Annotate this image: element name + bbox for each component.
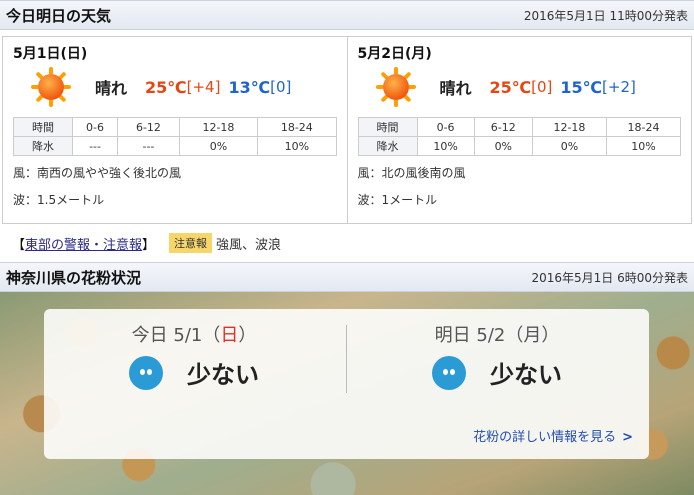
temp-low: 15℃ bbox=[560, 77, 603, 97]
rain-value: 0% bbox=[473, 136, 533, 156]
rain-value: --- bbox=[71, 136, 119, 156]
weather-issued-time: 2016年5月1日 11時00分発表 bbox=[523, 8, 688, 23]
wind-info: 風：南西の風やや強く後北の風 bbox=[13, 166, 182, 180]
weather-condition: 晴れ bbox=[439, 79, 472, 98]
rain-value: --- bbox=[117, 136, 180, 156]
pollen-level: 少ない bbox=[490, 361, 562, 389]
rain-time-header: 時間 bbox=[357, 117, 418, 137]
warning-items: 強風、波浪 bbox=[216, 237, 282, 253]
pollen-level-row: 少ない bbox=[347, 355, 647, 390]
temp-high: 25℃ bbox=[489, 77, 532, 97]
pollen-issued-time: 2016年5月1日 6時00分発表 bbox=[531, 270, 688, 285]
warning-link[interactable]: 東部の警報・注意報 bbox=[25, 234, 142, 253]
rain-period: 0-6 bbox=[416, 117, 475, 137]
pollen-today: 今日 5/1（日） 少ない bbox=[44, 309, 344, 419]
rain-label: 降水 bbox=[13, 136, 73, 156]
sun-icon bbox=[375, 67, 416, 107]
rain-period: 12-18 bbox=[531, 117, 607, 137]
pollen-day-label: 明日 5/2（月） bbox=[347, 321, 647, 347]
temp-high-diff: [0] bbox=[531, 78, 553, 96]
weather-summary: 晴れ 25℃ [0] 15℃ [+2] bbox=[358, 65, 682, 109]
day-date: 5月1日(日) bbox=[13, 46, 88, 62]
bracket-open: 【 bbox=[12, 237, 26, 253]
temp-low-diff: [0] bbox=[270, 78, 292, 96]
rain-value: 10% bbox=[257, 136, 337, 156]
warning-row: 【 東部の警報・注意報 】 注意報 強風、波浪 bbox=[0, 224, 694, 262]
pollen-face-icon bbox=[129, 355, 163, 390]
pollen-day-date: 5/2（月） bbox=[476, 325, 560, 346]
chevron-right-icon: > bbox=[622, 430, 633, 445]
pollen-day-name: 明日 bbox=[434, 325, 471, 346]
temp-high: 25℃ bbox=[145, 77, 187, 97]
day-date: 5月2日(月) bbox=[357, 46, 432, 62]
rain-period: 12-18 bbox=[178, 117, 259, 137]
pollen-day-label: 今日 5/1（日） bbox=[44, 321, 344, 347]
pollen-day-date: 5/1 bbox=[173, 325, 203, 346]
warning-badge: 注意報 bbox=[169, 233, 213, 253]
table-row: 時間 0-6 6-12 12-18 18-24 bbox=[357, 117, 682, 137]
rain-period: 6-12 bbox=[473, 117, 533, 137]
forecast-panel: 5月1日(日) 晴れ 25℃ [+4] 13℃ [0] 時間 0-6 6-12 … bbox=[2, 36, 692, 224]
pollen-weekday-holiday: 日 bbox=[220, 325, 239, 346]
rain-value: 0% bbox=[178, 136, 259, 156]
pollen-day-name: 今日 bbox=[131, 325, 168, 346]
weather-header: 今日明日の天気 2016年5月1日 11時00分発表 bbox=[0, 0, 694, 30]
pollen-face-icon bbox=[432, 355, 466, 390]
wave-info: 波：1メートル bbox=[357, 193, 438, 207]
rain-value: 10% bbox=[605, 136, 682, 156]
wave-info: 波：1.5メートル bbox=[13, 193, 105, 207]
pollen-card: 今日 5/1（日） 少ない 明日 5/2（月） 少ない 花粉の詳しい情報を見る … bbox=[44, 309, 649, 459]
pollen-more-link[interactable]: 花粉の詳しい情報を見る > bbox=[473, 426, 633, 445]
pollen-header: 神奈川県の花粉状況 2016年5月1日 6時00分発表 bbox=[0, 262, 694, 292]
table-row: 時間 0-6 6-12 12-18 18-24 bbox=[13, 117, 337, 137]
rain-table: 時間 0-6 6-12 12-18 18-24 降水 10% 0% 0% 10% bbox=[357, 117, 682, 156]
forecast-day-tomorrow: 5月2日(月) 晴れ 25℃ [0] 15℃ [+2] 時間 0-6 6-12 … bbox=[346, 37, 692, 223]
rain-label: 降水 bbox=[357, 136, 418, 156]
rain-period: 18-24 bbox=[257, 117, 337, 137]
rain-value: 0% bbox=[531, 136, 607, 156]
pollen-weekday-open: （ bbox=[202, 325, 221, 346]
table-row: 降水 10% 0% 0% 10% bbox=[357, 136, 682, 156]
weather-title: 今日明日の天気 bbox=[6, 6, 112, 25]
pollen-section: 今日 5/1（日） 少ない 明日 5/2（月） 少ない 花粉の詳しい情報を見る … bbox=[0, 292, 694, 495]
pollen-tomorrow: 明日 5/2（月） 少ない bbox=[347, 309, 647, 419]
rain-period: 6-12 bbox=[117, 117, 180, 137]
pollen-more-link-text: 花粉の詳しい情報を見る bbox=[473, 430, 617, 445]
wind-info: 風：北の風後南の風 bbox=[357, 166, 466, 180]
temp-low: 13℃ bbox=[228, 77, 271, 97]
weather-section: 今日明日の天気 2016年5月1日 11時00分発表 5月1日(日) 晴れ 25… bbox=[0, 0, 694, 262]
rain-value: 10% bbox=[416, 136, 475, 156]
rain-table: 時間 0-6 6-12 12-18 18-24 降水 --- --- 0% 10… bbox=[13, 117, 337, 156]
temp-low-diff: [+2] bbox=[602, 78, 636, 96]
rain-period: 0-6 bbox=[71, 117, 119, 137]
forecast-day-today: 5月1日(日) 晴れ 25℃ [+4] 13℃ [0] 時間 0-6 6-12 … bbox=[3, 37, 347, 223]
pollen-title: 神奈川県の花粉状況 bbox=[6, 268, 142, 287]
temp-high-diff: [+4] bbox=[186, 78, 221, 96]
weather-condition: 晴れ bbox=[95, 79, 128, 98]
pollen-weekday-close: ） bbox=[238, 325, 257, 346]
sun-icon bbox=[31, 67, 71, 107]
rain-period: 18-24 bbox=[605, 117, 682, 137]
pollen-level-row: 少ない bbox=[44, 355, 344, 390]
weather-summary: 晴れ 25℃ [+4] 13℃ [0] bbox=[13, 65, 337, 109]
pollen-level: 少ない bbox=[187, 361, 259, 389]
rain-time-header: 時間 bbox=[13, 117, 73, 137]
bracket-close: 】 bbox=[142, 237, 156, 253]
table-row: 降水 --- --- 0% 10% bbox=[13, 136, 337, 156]
pollen-section-wrapper: 神奈川県の花粉状況 2016年5月1日 6時00分発表 今日 5/1（日） 少な… bbox=[0, 262, 694, 495]
